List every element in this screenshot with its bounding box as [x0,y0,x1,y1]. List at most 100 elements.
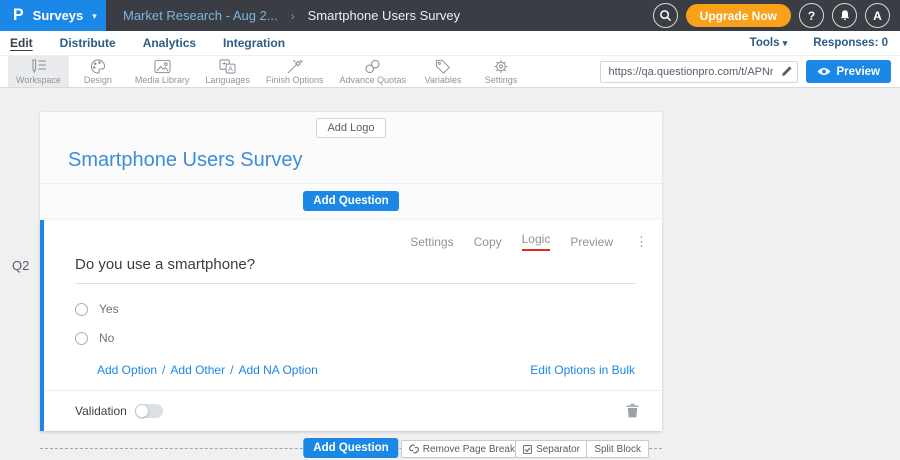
survey-url-input[interactable] [600,61,798,83]
toolbar-item-label: Media Library [135,75,190,85]
topbar-actions: Upgrade Now ? A [653,3,900,28]
add-logo-button[interactable]: Add Logo [316,118,385,138]
design-icon [90,59,106,74]
question-number: Q2 [12,258,29,273]
product-name: Surveys [33,8,84,23]
delete-question-button[interactable] [626,403,639,418]
toolbar-item-media-library[interactable]: Media Library [127,56,198,87]
survey-toolbar: Workspace Design Media Library A Languag… [0,56,900,88]
add-question-row: Add Question [40,184,662,220]
option-links: Add Option / Add Other / Add NA Option [97,363,318,377]
surveys-product-menu[interactable]: P Surveys ▾ [0,0,106,31]
kebab-menu-icon[interactable]: ⋮ [635,235,648,248]
notifications-button[interactable] [832,3,857,28]
pencil-icon [781,65,793,77]
responses-count[interactable]: Responses: 0 [813,37,888,49]
section-nav: Edit Distribute Analytics Integration To… [0,31,900,56]
breadcrumb-separator-icon: › [291,9,295,23]
toolbar-item-design[interactable]: Design [69,56,127,87]
section-nav-right: Tools ▾ Responses: 0 [750,37,888,49]
eye-icon [817,67,831,76]
questionpro-logo: P [13,6,24,25]
answer-options: Yes No [44,284,662,345]
link-separator: / [230,363,233,377]
survey-editor-canvas: Q2 Add Logo Smartphone Users Survey Add … [0,88,900,460]
tab-analytics[interactable]: Analytics [143,36,196,50]
help-button[interactable]: ? [799,3,824,28]
add-question-button-bottom[interactable]: Add Question [303,438,398,458]
survey-header-block: Add Logo Smartphone Users Survey Add Que… [40,112,662,220]
avatar-initial: A [873,9,882,23]
search-icon [659,9,672,22]
toolbar-item-settings[interactable]: Settings [472,56,530,87]
validation-row: Validation [44,390,662,431]
workspace-icon [29,59,47,74]
question-block: Settings Copy Logic Preview ⋮ Do you use… [40,220,662,431]
separator-toggle-button[interactable]: Separator [515,440,588,458]
toolbar-item-label: Design [84,75,112,85]
section-nav-links: Edit Distribute Analytics Integration [10,36,285,50]
languages-icon: A [219,59,236,74]
account-avatar[interactable]: A [865,3,890,28]
breadcrumb-survey-name: Smartphone Users Survey [308,8,460,23]
option-label[interactable]: Yes [99,302,119,316]
upgrade-now-button[interactable]: Upgrade Now [686,4,791,27]
toolbar-item-label: Variables [425,75,462,85]
bell-icon [839,9,851,22]
settings-icon [493,59,509,74]
tab-integration[interactable]: Integration [223,36,285,50]
questionpro-app: P Surveys ▾ Market Research - Aug 2... ›… [0,0,900,460]
option-row-no[interactable]: No [75,331,662,345]
add-other-link[interactable]: Add Other [170,363,225,377]
toolbar-right: Preview [600,56,900,87]
trash-icon [626,403,639,418]
radio-button-icon[interactable] [75,303,88,316]
toolbar-item-label: Workspace [16,75,61,85]
toolbar-item-label: Settings [485,75,518,85]
advance-quotas-icon [364,59,381,74]
chevron-down-icon: ▾ [92,11,97,22]
question-tab-logic[interactable]: Logic [522,232,551,251]
toolbar-item-finish-options[interactable]: Finish Options [258,56,332,87]
radio-button-icon[interactable] [75,332,88,345]
variables-icon [435,59,451,74]
edit-url-button[interactable] [781,65,793,77]
edit-options-in-bulk-link[interactable]: Edit Options in Bulk [530,363,635,377]
survey-card: Add Logo Smartphone Users Survey Add Que… [40,112,662,460]
question-tabs: Settings Copy Logic Preview ⋮ [44,220,662,251]
search-button[interactable] [653,3,678,28]
preview-button[interactable]: Preview [806,60,891,83]
toolbar-item-advance-quotas[interactable]: Advance Quotas [331,56,414,87]
question-tab-settings[interactable]: Settings [410,235,453,249]
tab-edit[interactable]: Edit [10,36,33,50]
survey-title[interactable]: Smartphone Users Survey [40,138,662,183]
breadcrumb-folder[interactable]: Market Research - Aug 2... [123,8,278,23]
add-logo-row: Add Logo [40,112,662,138]
survey-url-field [600,61,798,83]
toolbar-item-languages[interactable]: A Languages [197,56,258,87]
question-text[interactable]: Do you use a smartphone? [75,256,635,284]
question-tab-copy[interactable]: Copy [474,235,502,249]
tools-menu[interactable]: Tools ▾ [750,37,788,49]
toolbar-item-variables[interactable]: Variables [414,56,472,87]
question-tab-preview[interactable]: Preview [570,235,613,249]
remove-page-break-button[interactable]: Remove Page Break [401,440,523,458]
finish-options-icon [286,59,303,74]
validation-label: Validation [75,404,127,418]
option-row-yes[interactable]: Yes [75,302,662,316]
add-question-button-top[interactable]: Add Question [303,191,398,211]
top-bar: P Surveys ▾ Market Research - Aug 2... ›… [0,0,900,31]
split-block-button[interactable]: Split Block [586,440,649,458]
tab-distribute[interactable]: Distribute [60,36,116,50]
toggle-knob [135,404,149,418]
validation-toggle[interactable] [135,404,163,418]
add-na-option-link[interactable]: Add NA Option [238,363,317,377]
svg-text:A: A [228,66,233,73]
option-label[interactable]: No [99,331,114,345]
help-icon: ? [808,9,815,23]
toolbar-item-workspace[interactable]: Workspace [8,56,69,87]
page-break-row: Add Question Remove Page Break Separator… [40,431,662,460]
chevron-down-icon: ▾ [783,38,788,48]
media-library-icon [154,59,171,74]
add-option-link[interactable]: Add Option [97,363,157,377]
